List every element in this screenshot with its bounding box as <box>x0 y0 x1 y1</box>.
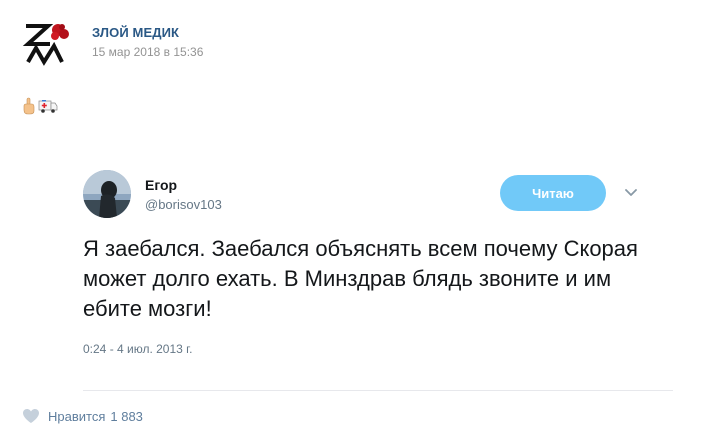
follow-button[interactable]: Читаю <box>500 175 606 211</box>
heart-icon <box>22 408 48 424</box>
divider <box>83 390 673 391</box>
tweet-avatar[interactable] <box>83 170 131 218</box>
like-button[interactable]: Нравится 1 883 <box>22 408 143 424</box>
ambulance-icon <box>38 98 58 114</box>
tweet-author-name[interactable]: Егор <box>145 177 177 193</box>
group-name-link[interactable]: ЗЛОЙ МЕДИК <box>92 25 179 40</box>
like-label: Нравится <box>48 408 106 424</box>
tweet-text: Я заебался. Заебался объяснять всем поче… <box>83 236 638 321</box>
tweet-author-handle[interactable]: @borisov103 <box>145 197 222 212</box>
chevron-down-icon[interactable] <box>623 185 639 201</box>
emoji-row <box>22 97 58 115</box>
tweet-timestamp[interactable]: 0:24 - 4 июл. 2013 г. <box>83 342 192 356</box>
post-date[interactable]: 15 мар 2018 в 15:36 <box>92 45 203 59</box>
hand-icon <box>22 97 36 115</box>
like-count: 1 883 <box>110 408 143 424</box>
zm-logo-icon[interactable] <box>22 16 74 68</box>
